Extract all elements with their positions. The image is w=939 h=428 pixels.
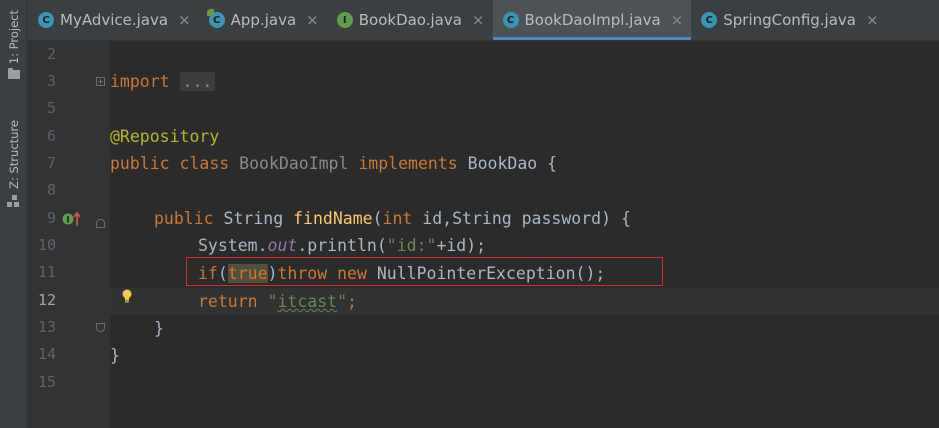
code-line-6: @Repository [110, 127, 220, 146]
fold-expand-icon[interactable]: + [96, 77, 105, 86]
close-icon[interactable]: × [472, 11, 485, 29]
line-number: 14 [37, 345, 56, 363]
class-icon: C [502, 12, 519, 28]
tab-label: App.java [230, 11, 297, 29]
code-line-3: import ... [110, 68, 216, 95]
code-line-10: System.out.println("id:"+id); [198, 236, 487, 255]
spring-class-icon: C [206, 9, 225, 28]
editor-tab-bar: C MyAdvice.java × C App.java × I BookDao… [28, 0, 939, 41]
tab-app[interactable]: C App.java × [199, 0, 327, 40]
line-number: 5 [46, 99, 56, 117]
tab-bookdaoimpl[interactable]: C BookDaoImpl.java × [492, 0, 692, 40]
line-number: 13 [37, 318, 56, 336]
line-number: 12 [37, 291, 56, 309]
implements-method-icon[interactable]: I [62, 211, 82, 227]
line-number: 8 [46, 181, 56, 199]
code-line-9: public String findName(int id,String pas… [154, 209, 631, 228]
close-icon[interactable]: × [178, 11, 191, 29]
folder-icon [7, 68, 20, 80]
class-icon: C [38, 12, 54, 28]
structure-tool-label: Z: Structure [6, 120, 21, 189]
line-number: 9 [46, 209, 56, 227]
code-line-13: } [154, 319, 164, 338]
code-line-12: return "itcast"; [198, 292, 357, 311]
close-icon[interactable]: × [306, 11, 319, 29]
structure-icon [7, 194, 20, 208]
class-icon: C [701, 12, 718, 28]
project-tool-tab[interactable]: 1: Project [0, 10, 27, 80]
code-line-14: } [110, 346, 120, 365]
tab-label: SpringConfig.java [723, 11, 856, 29]
folded-imports[interactable]: ... [179, 72, 216, 91]
fold-start-icon[interactable] [96, 219, 105, 228]
tab-bookdao[interactable]: I BookDao.java × [327, 0, 493, 40]
editor-gutter[interactable]: 2 3 5 6 7 8 9 10 11 12 13 14 15 + [28, 41, 110, 428]
tab-myadvice[interactable]: C MyAdvice.java × [28, 0, 199, 40]
close-icon[interactable]: × [671, 11, 684, 29]
code-line-7: public class BookDaoImpl implements Book… [110, 154, 558, 173]
structure-tool-tab[interactable]: Z: Structure [0, 120, 27, 208]
code-editor[interactable]: import ... @Repository public class Book… [110, 41, 939, 428]
line-number: 7 [46, 154, 56, 172]
interface-icon: I [336, 12, 353, 28]
fold-end-icon[interactable] [96, 323, 105, 332]
line-number: 10 [37, 236, 56, 254]
tab-label: BookDaoImpl.java [524, 11, 661, 29]
close-icon[interactable]: × [866, 11, 879, 29]
line-number: 6 [46, 127, 56, 145]
tool-window-strip: 1: Project Z: Structure [0, 0, 28, 428]
project-tool-label: 1: Project [6, 10, 21, 65]
tab-label: BookDao.java [358, 11, 462, 29]
line-number: 3 [46, 72, 56, 90]
line-number: 2 [46, 45, 56, 63]
line-number: 11 [37, 263, 56, 281]
svg-text:I: I [66, 216, 69, 226]
tab-label: MyAdvice.java [60, 11, 169, 29]
annotation-highlight-box [186, 257, 663, 286]
tab-springconfig[interactable]: C SpringConfig.java × [691, 0, 886, 40]
line-number: 15 [37, 373, 56, 391]
lightbulb-icon[interactable] [121, 289, 133, 303]
